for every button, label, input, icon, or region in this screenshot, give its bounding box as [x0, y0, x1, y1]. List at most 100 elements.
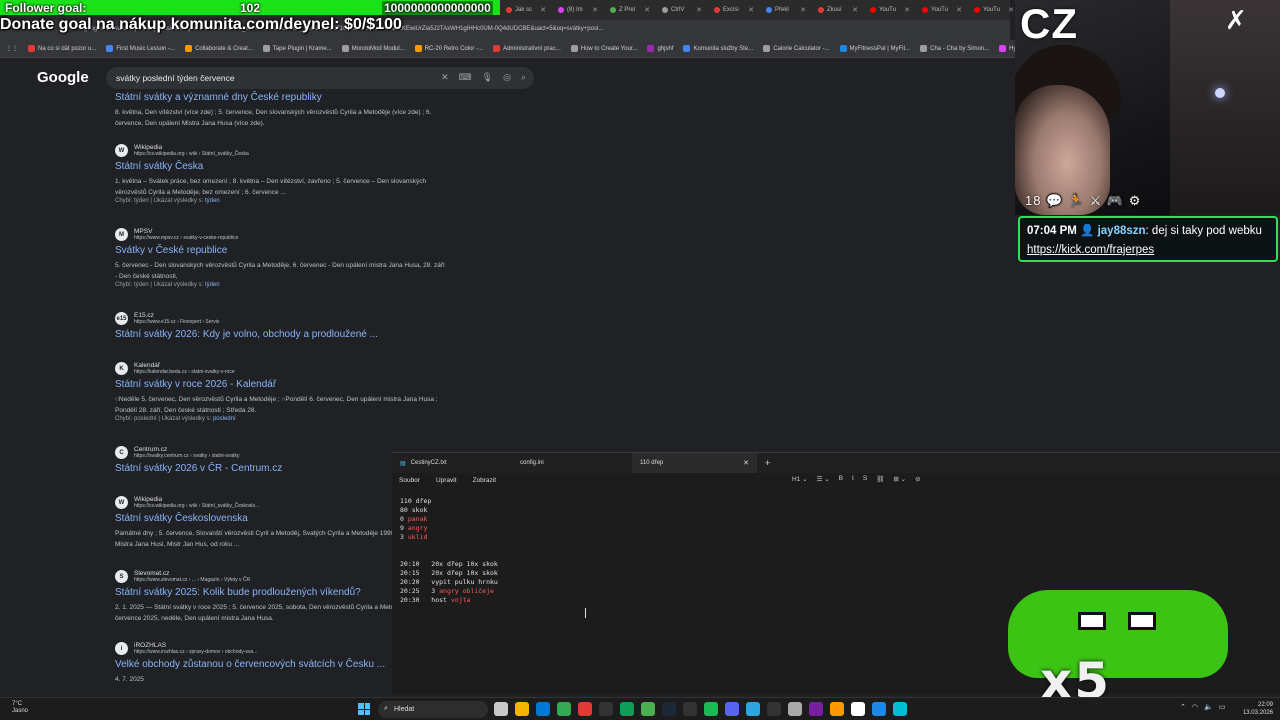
start-button[interactable]: [358, 703, 370, 715]
browser-tab[interactable]: Zkusí ✕: [812, 2, 864, 18]
close-tab-icon[interactable]: ✕: [743, 459, 749, 467]
bookmark-item[interactable]: Collaborate & Creat...: [185, 44, 253, 52]
notepad-text[interactable]: 110 dřep 80 skok 0 panak 9 angry 3 uklid 20:1…: [392, 487, 1280, 605]
result-title-link[interactable]: Státní svátky v roce 2026 - Kalendář: [115, 379, 445, 390]
speaker-icon[interactable]: 🔈: [1204, 703, 1213, 711]
taskbar-app-icon[interactable]: [830, 702, 844, 716]
format-tool-button[interactable]: ⊞ ⌄: [893, 475, 906, 483]
bookmark-item[interactable]: Calorie Calculator -...: [763, 44, 830, 52]
taskbar-app-icon[interactable]: [662, 702, 676, 716]
taskbar-app-icon[interactable]: [851, 702, 865, 716]
browser-tab[interactable]: (8) Im ✕: [552, 2, 604, 18]
close-tab-icon[interactable]: ✕: [592, 6, 598, 14]
taskbar-app-icon[interactable]: [536, 702, 550, 716]
bookmark-item[interactable]: Tape Plugin | Krame...: [262, 44, 332, 52]
taskbar-app-icon[interactable]: [746, 702, 760, 716]
battery-icon[interactable]: ▭: [1219, 703, 1226, 711]
result-title-link[interactable]: Státní svátky Česka: [115, 161, 445, 172]
google-logo[interactable]: Google: [37, 69, 89, 86]
wifi-icon[interactable]: ◠: [1192, 703, 1198, 711]
search-input[interactable]: svátky poslední týden července ✕ ⌨ 🎙 ◎ ⌕: [106, 67, 534, 89]
bookmark-item[interactable]: Komunita služby Ste...: [683, 44, 753, 52]
taskbar-search[interactable]: ⌕ Hledat: [378, 701, 488, 718]
taskbar-app-icon[interactable]: [515, 702, 529, 716]
result-source[interactable]: W Wikipedia https://cs.wikipedia.org › wik…: [115, 144, 445, 157]
format-tool-button[interactable]: H1 ⌄: [792, 475, 808, 483]
result-source[interactable]: M MPSV https://www.mpsv.cz › svatky-v-cesk…: [115, 228, 445, 241]
taskbar-app-icon[interactable]: [788, 702, 802, 716]
new-tab-button[interactable]: +: [765, 458, 770, 468]
missing-terms-link[interactable]: poslední: [213, 416, 236, 422]
bookmark-item[interactable]: Hype: [999, 44, 1015, 52]
format-tool-button[interactable]: ⛓: [876, 475, 884, 483]
menu-edit[interactable]: Upravit: [436, 477, 457, 484]
apps-icon[interactable]: ⋮⋮: [6, 45, 18, 52]
close-tab-icon[interactable]: ✕: [644, 6, 650, 14]
taskbar-app-icon[interactable]: [494, 702, 508, 716]
result-site-info: E15.cz https://www.e15.cz › Finexpert › S…: [134, 312, 219, 325]
browser-tab[interactable]: YouTu ✕: [864, 2, 916, 18]
close-tab-icon[interactable]: ✕: [956, 6, 962, 14]
browser-tab[interactable]: YouTu ✕: [968, 2, 1020, 18]
format-tool-button[interactable]: B: [839, 475, 843, 483]
taskbar-app-icon[interactable]: [872, 702, 886, 716]
taskbar-app-icon[interactable]: [578, 702, 592, 716]
format-tool-button[interactable]: S: [863, 475, 867, 483]
format-tool-button[interactable]: I: [852, 475, 854, 483]
tab-config[interactable]: config.ini: [512, 453, 632, 473]
browser-tab[interactable]: Z Prel ✕: [604, 2, 656, 18]
mic-icon[interactable]: 🎙: [482, 72, 493, 83]
bookmark-item[interactable]: Na co si dát pozor u...: [28, 44, 96, 52]
result-source[interactable]: e15 E15.cz https://www.e15.cz › Finexpert …: [115, 312, 445, 325]
result-title-link[interactable]: Státní svátky 2026: Kdy je volno, obchod…: [115, 329, 445, 340]
bookmark-item[interactable]: Cha - Cha by Simon...: [920, 44, 989, 52]
lens-icon[interactable]: ◎: [503, 72, 511, 83]
taskbar-app-icon[interactable]: [620, 702, 634, 716]
weather-widget[interactable]: 7°C Jasno: [12, 701, 28, 715]
bookmark-item[interactable]: MyFitnessPal | MyFit...: [839, 44, 910, 52]
clock[interactable]: 22:09 13.03.2026: [1235, 701, 1273, 717]
taskbar-app-icon[interactable]: [893, 702, 907, 716]
bookmark-item[interactable]: How to Create Your...: [570, 44, 637, 52]
taskbar-app-icon[interactable]: [704, 702, 718, 716]
close-tab-icon[interactable]: ✕: [696, 6, 702, 14]
tab-110-drep[interactable]: 110 dřep ✕: [632, 453, 757, 473]
browser-tab[interactable]: YouTu ✕: [916, 2, 968, 18]
menu-view[interactable]: Zobrazit: [473, 477, 496, 484]
chat-link[interactable]: https://kick.com/frajerpes: [1027, 244, 1154, 256]
keyboard-icon[interactable]: ⌨: [459, 72, 472, 83]
taskbar-app-icon[interactable]: [599, 702, 613, 716]
tab-cestiny[interactable]: ▤ CestinyCZ.txt: [392, 453, 512, 473]
close-tab-icon[interactable]: ✕: [540, 6, 546, 14]
taskbar-app-icon[interactable]: [683, 702, 697, 716]
browser-tab[interactable]: Excisi ✕: [708, 2, 760, 18]
result-title-link[interactable]: Státní svátky a významné dny České repub…: [115, 92, 445, 103]
close-tab-icon[interactable]: ✕: [904, 6, 910, 14]
bookmark-item[interactable]: MondoMod Modul...: [341, 44, 405, 52]
close-tab-icon[interactable]: ✕: [748, 6, 754, 14]
close-tab-icon[interactable]: ✕: [1008, 6, 1014, 14]
clear-icon[interactable]: ✕: [441, 72, 449, 83]
result-title-link[interactable]: Svátky v České republice: [115, 245, 445, 256]
taskbar-app-icon[interactable]: [641, 702, 655, 716]
format-tool-button[interactable]: ☰ ⌄: [817, 475, 830, 483]
missing-terms-link[interactable]: týden: [205, 282, 220, 288]
format-tool-button[interactable]: ⊘: [915, 475, 920, 483]
bookmark-item[interactable]: RC-20 Retro Color -...: [414, 44, 483, 52]
bookmark-item[interactable]: ghjshf: [647, 44, 673, 52]
result-source[interactable]: K Kalendář https://kalendar.beda.cz › stat…: [115, 362, 445, 375]
taskbar-app-icon[interactable]: [767, 702, 781, 716]
browser-tab[interactable]: Překl ✕: [760, 2, 812, 18]
missing-terms-link[interactable]: týden: [205, 198, 220, 204]
chevron-up-icon[interactable]: ⌃: [1180, 703, 1186, 711]
close-tab-icon[interactable]: ✕: [852, 6, 858, 14]
taskbar-app-icon[interactable]: [809, 702, 823, 716]
browser-tab[interactable]: CtrlV ✕: [656, 2, 708, 18]
close-tab-icon[interactable]: ✕: [800, 6, 806, 14]
bookmark-item[interactable]: First Music Lesson -...: [106, 44, 175, 52]
search-icon[interactable]: ⌕: [521, 72, 526, 83]
taskbar-app-icon[interactable]: [725, 702, 739, 716]
taskbar-app-icon[interactable]: [557, 702, 571, 716]
bookmark-item[interactable]: Administrativní prac...: [493, 44, 561, 52]
menu-file[interactable]: Soubor: [399, 477, 420, 484]
